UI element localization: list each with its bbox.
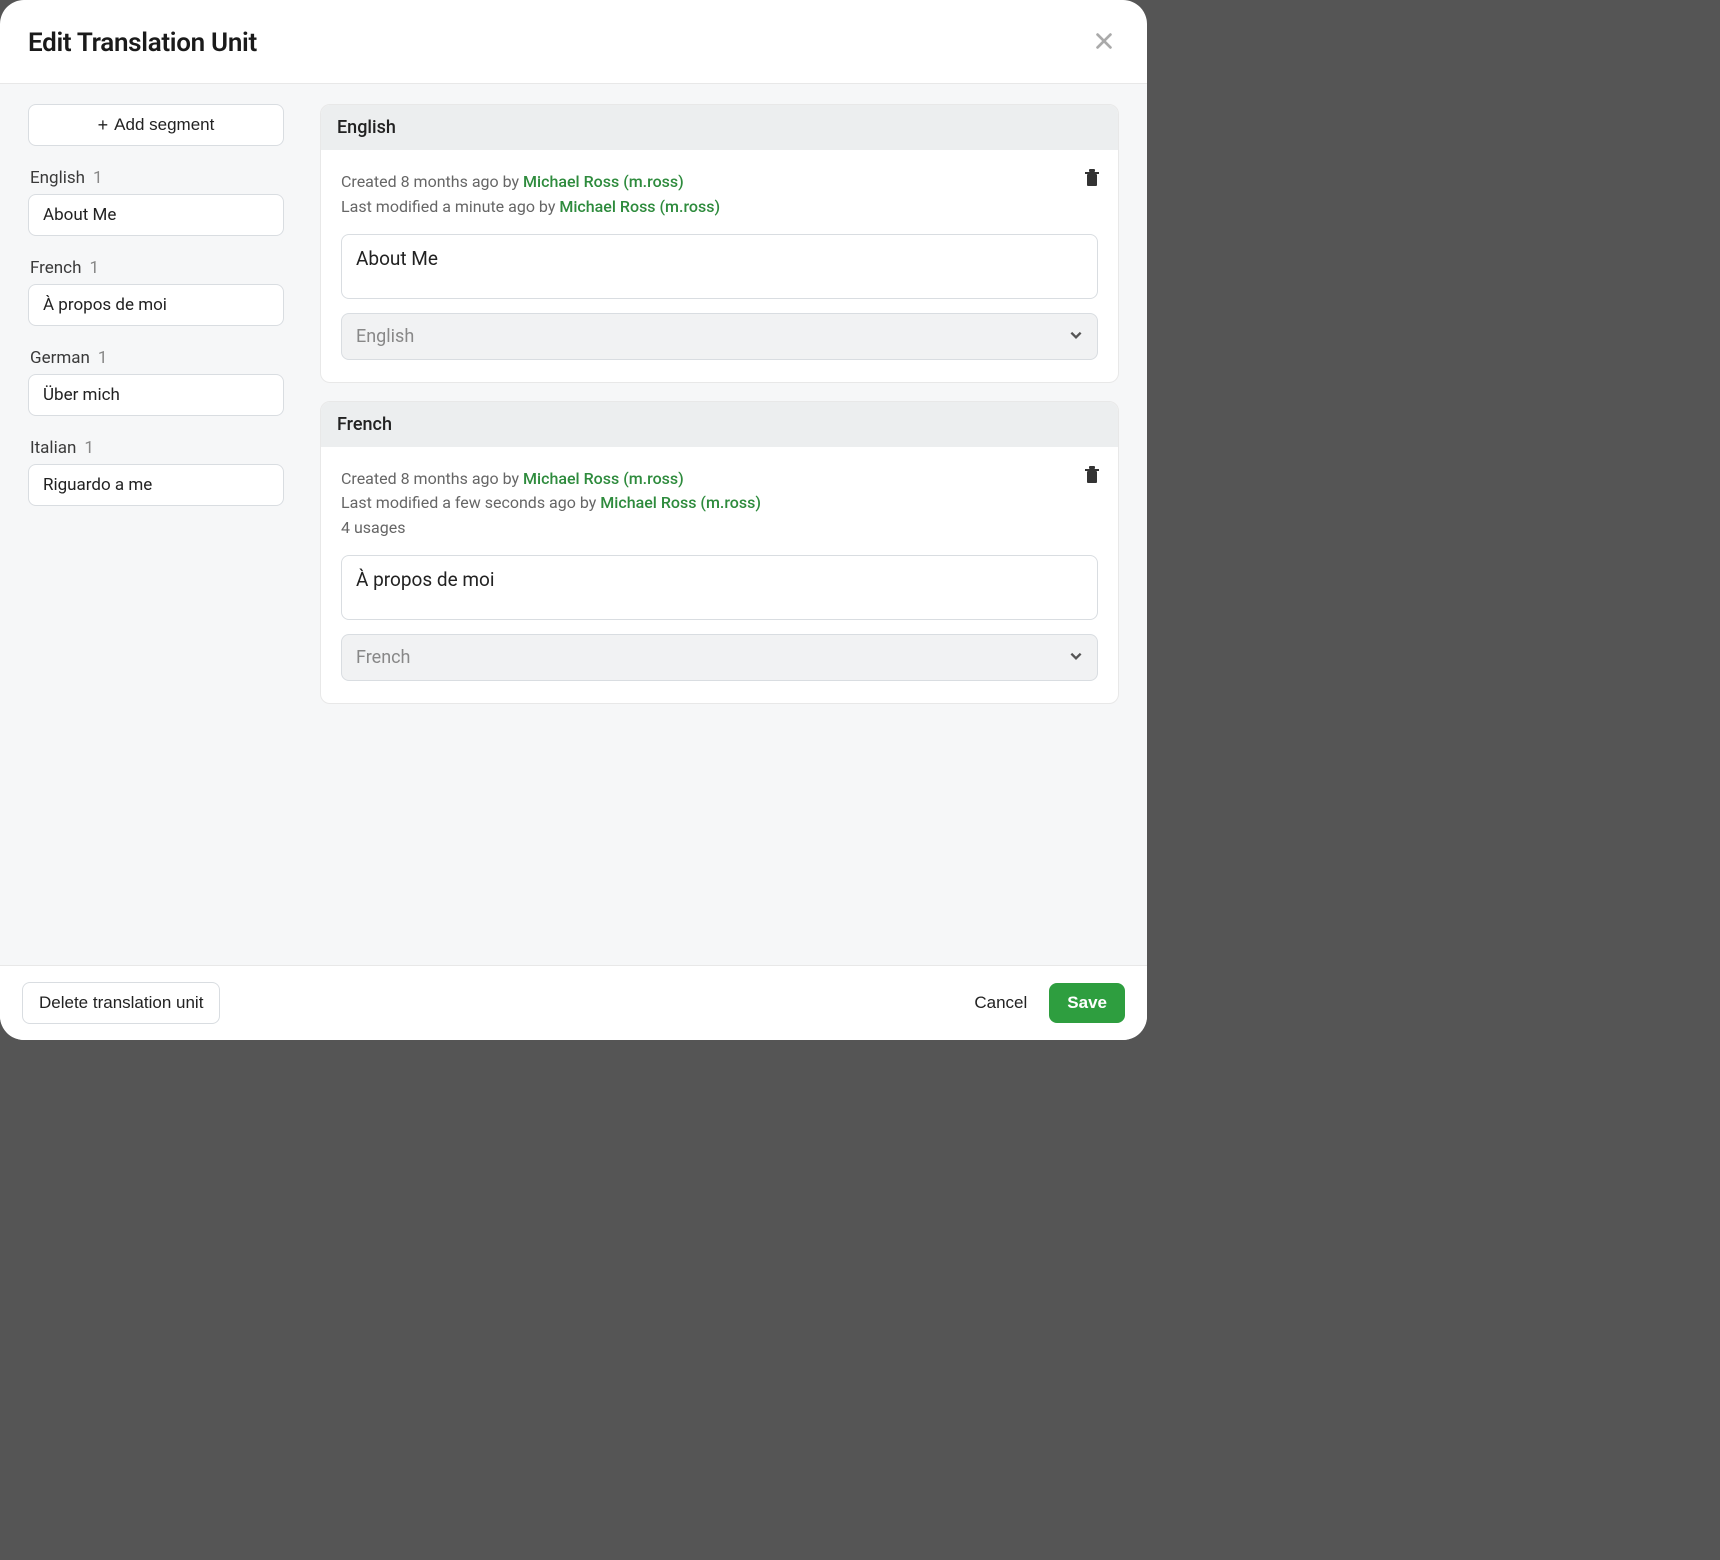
- cancel-button[interactable]: Cancel: [974, 993, 1027, 1013]
- trash-icon: [1084, 174, 1100, 189]
- delete-segment-button[interactable]: [1080, 164, 1104, 193]
- trash-icon: [1084, 471, 1100, 486]
- delete-unit-button[interactable]: Delete translation unit: [22, 982, 220, 1024]
- segment-language-select[interactable]: English: [341, 313, 1098, 360]
- lang-label-row: Italian 1: [28, 438, 284, 458]
- segment-text-input[interactable]: À propos de moi: [341, 555, 1098, 620]
- lang-label: Italian: [30, 438, 76, 458]
- created-meta: Created 8 months ago by Michael Ross (m.…: [341, 170, 1098, 195]
- delete-segment-button[interactable]: [1080, 461, 1104, 490]
- lang-value: Über mich: [28, 374, 284, 416]
- sidebar-lang-german[interactable]: German 1 Über mich: [28, 348, 284, 416]
- segment-body: Created 8 months ago by Michael Ross (m.…: [321, 150, 1118, 382]
- segment-header: French: [321, 402, 1118, 447]
- segment-text-input[interactable]: About Me: [341, 234, 1098, 299]
- modified-user-link[interactable]: Michael Ross (m.ross): [600, 493, 761, 512]
- lang-label-row: English 1: [28, 168, 284, 188]
- add-segment-button[interactable]: + Add segment: [28, 104, 284, 146]
- save-button[interactable]: Save: [1049, 983, 1125, 1023]
- footer-actions: Cancel Save: [974, 983, 1125, 1023]
- lang-value: À propos de moi: [28, 284, 284, 326]
- modified-prefix: Last modified a few seconds ago by: [341, 493, 600, 512]
- chevron-down-icon: [1069, 326, 1083, 347]
- segment-french: French Created 8 months ago by Michael: [320, 401, 1119, 704]
- modified-user-link[interactable]: Michael Ross (m.ross): [559, 197, 720, 216]
- lang-label: English: [30, 168, 85, 188]
- modified-meta: Last modified a few seconds ago by Micha…: [341, 491, 1098, 516]
- modal-title: Edit Translation Unit: [28, 28, 257, 58]
- created-user-link[interactable]: Michael Ross (m.ross): [523, 172, 684, 191]
- usages-meta: 4 usages: [341, 516, 1098, 541]
- lang-label: French: [30, 258, 81, 278]
- created-meta: Created 8 months ago by Michael Ross (m.…: [341, 467, 1098, 492]
- sidebar: + Add segment English 1 About Me French …: [28, 104, 284, 945]
- modified-meta: Last modified a minute ago by Michael Ro…: [341, 195, 1098, 220]
- close-icon: [1093, 30, 1115, 55]
- plus-icon: +: [98, 116, 109, 134]
- lang-value: Riguardo a me: [28, 464, 284, 506]
- add-segment-label: Add segment: [114, 115, 214, 135]
- segments-panel: English Created 8 months ago by Michael: [320, 104, 1119, 945]
- chevron-down-icon: [1069, 647, 1083, 668]
- lang-count: 1: [98, 348, 108, 368]
- lang-label: German: [30, 348, 90, 368]
- created-user-link[interactable]: Michael Ross (m.ross): [523, 469, 684, 488]
- created-prefix: Created 8 months ago by: [341, 172, 523, 191]
- lang-count: 1: [93, 168, 103, 188]
- edit-translation-modal: Edit Translation Unit + Add segment Engl…: [0, 0, 1147, 1040]
- lang-count: 1: [89, 258, 99, 278]
- segment-body: Created 8 months ago by Michael Ross (m.…: [321, 447, 1118, 703]
- segment-header: English: [321, 105, 1118, 150]
- modal-body: + Add segment English 1 About Me French …: [0, 84, 1147, 965]
- sidebar-lang-english[interactable]: English 1 About Me: [28, 168, 284, 236]
- sidebar-lang-italian[interactable]: Italian 1 Riguardo a me: [28, 438, 284, 506]
- segment-english: English Created 8 months ago by Michael: [320, 104, 1119, 383]
- lang-label-row: French 1: [28, 258, 284, 278]
- close-button[interactable]: [1089, 26, 1119, 59]
- select-value: French: [356, 647, 410, 668]
- modified-prefix: Last modified a minute ago by: [341, 197, 559, 216]
- lang-value: About Me: [28, 194, 284, 236]
- select-value: English: [356, 326, 414, 347]
- sidebar-lang-french[interactable]: French 1 À propos de moi: [28, 258, 284, 326]
- segment-language-select[interactable]: French: [341, 634, 1098, 681]
- modal-header: Edit Translation Unit: [0, 0, 1147, 84]
- lang-label-row: German 1: [28, 348, 284, 368]
- modal-footer: Delete translation unit Cancel Save: [0, 965, 1147, 1040]
- created-prefix: Created 8 months ago by: [341, 469, 523, 488]
- lang-count: 1: [84, 438, 94, 458]
